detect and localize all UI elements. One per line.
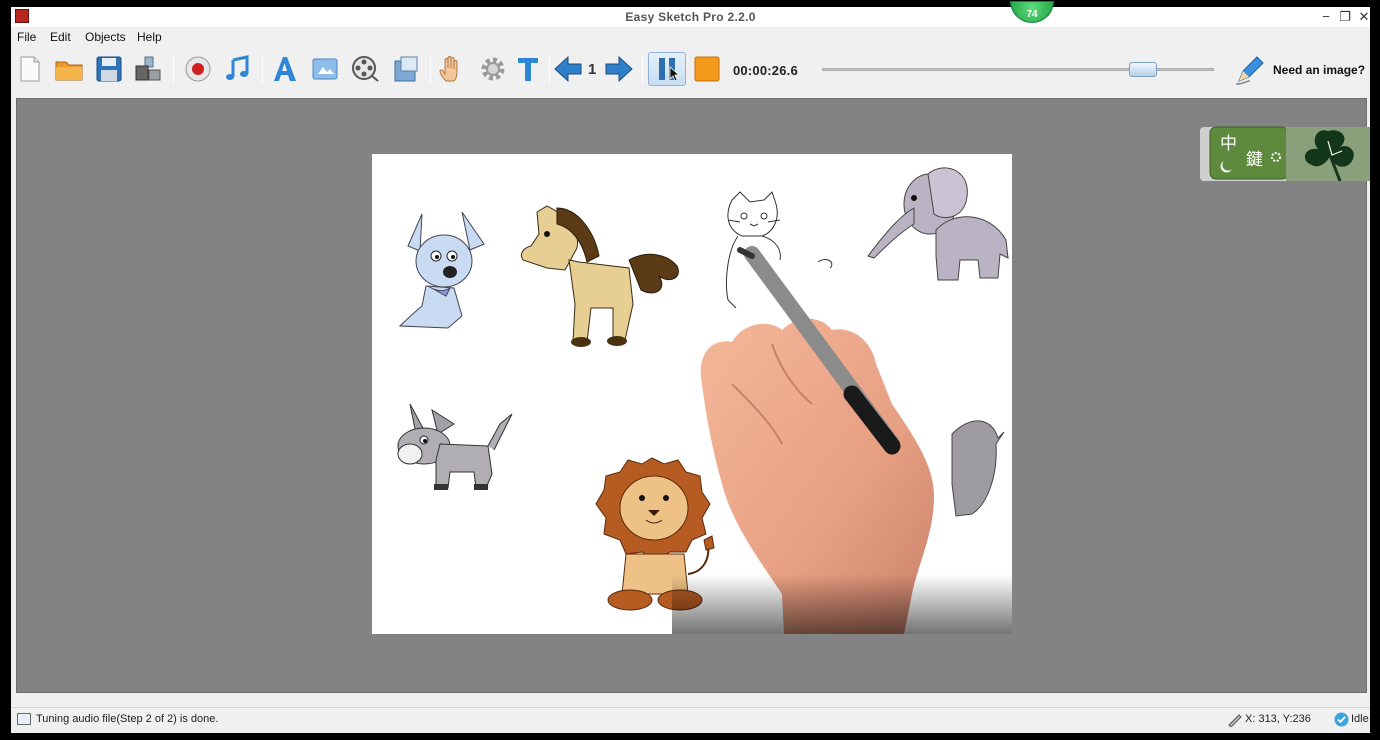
- menu-help[interactable]: Help: [137, 30, 162, 44]
- add-text-button[interactable]: [268, 52, 302, 86]
- horse-sketch: [520, 205, 679, 347]
- stop-icon: [694, 56, 720, 82]
- play-pause-button[interactable]: [648, 52, 686, 86]
- new-file-button[interactable]: [13, 52, 47, 86]
- page-number: 1: [588, 61, 597, 78]
- text-tool-button[interactable]: [511, 52, 545, 86]
- import-button[interactable]: [389, 52, 423, 86]
- arrow-left-icon: [554, 55, 582, 83]
- music-button[interactable]: [221, 52, 255, 86]
- film-reel-icon: [352, 56, 379, 82]
- maximize-button[interactable]: ❐: [1336, 8, 1354, 26]
- open-folder-button[interactable]: [52, 52, 86, 86]
- hand-tool-button[interactable]: [435, 52, 469, 86]
- ime-toolbar[interactable]: 中 鍵: [1200, 125, 1370, 183]
- cursor-position-icon: [1228, 714, 1242, 727]
- import-icon: [394, 56, 418, 82]
- save-button[interactable]: [92, 52, 126, 86]
- timeline-slider-thumb[interactable]: [1129, 62, 1158, 77]
- record-button[interactable]: [181, 52, 215, 86]
- add-image-button[interactable]: [308, 52, 342, 86]
- settings-button[interactable]: [476, 52, 510, 86]
- folder-icon: [55, 61, 83, 81]
- canvas-workspace: 中 鍵: [16, 98, 1370, 693]
- letter-a-icon: [274, 57, 296, 81]
- playback-timer: 00:00:26.6: [733, 63, 798, 78]
- image-icon: [312, 58, 338, 80]
- dog-sketch: [398, 211, 485, 329]
- music-note-icon: [226, 55, 249, 80]
- export-settings-icon: [135, 56, 161, 81]
- floppy-disk-icon: [96, 56, 122, 82]
- menu-objects[interactable]: Objects: [85, 30, 126, 44]
- cursor-coordinates: X: 313, Y:236: [1245, 713, 1311, 725]
- title-bar: Easy Sketch Pro 2.2.0 74 − ❐ ✕: [11, 1, 1373, 27]
- menu-edit[interactable]: Edit: [50, 30, 71, 44]
- drawing-hand-icon: [672, 246, 1012, 634]
- donkey-sketch: [397, 403, 513, 490]
- need-image-label: Need an image?: [1273, 63, 1366, 77]
- ime-mode-char: 中: [1220, 134, 1237, 154]
- window-title: Easy Sketch Pro 2.2.0: [625, 10, 756, 24]
- stop-button[interactable]: [690, 52, 724, 86]
- close-button[interactable]: ✕: [1355, 8, 1373, 26]
- add-video-button[interactable]: [348, 52, 382, 86]
- arrow-right-icon: [605, 55, 633, 83]
- export-button[interactable]: [131, 52, 165, 86]
- record-icon: [185, 56, 211, 82]
- status-state: Idle: [1351, 713, 1369, 725]
- hand-icon: [439, 56, 458, 82]
- status-message: Tuning audio file(Step 2 of 2) is done.: [36, 713, 219, 725]
- minimize-button[interactable]: −: [1317, 8, 1335, 26]
- check-circle-icon: [1334, 712, 1349, 727]
- app-window: Easy Sketch Pro 2.2.0 74 − ❐ ✕ File Edit…: [11, 1, 1373, 733]
- status-window-icon: [17, 713, 31, 725]
- next-page-button[interactable]: [602, 52, 636, 86]
- previous-page-button[interactable]: [551, 52, 585, 86]
- need-image-link[interactable]: Need an image?: [1233, 53, 1367, 87]
- letter-t-icon: [518, 58, 538, 81]
- pencil-image-icon: [1235, 56, 1264, 85]
- ime-key-char: 鍵: [1246, 150, 1263, 170]
- pause-icon: [659, 58, 681, 82]
- toolbar: 1 00:00:26.6 Need an image?: [11, 49, 1370, 91]
- gear-icon: [481, 57, 505, 81]
- sketch-canvas[interactable]: [372, 154, 1012, 634]
- status-bar: Tuning audio file(Step 2 of 2) is done. …: [11, 707, 1370, 731]
- new-file-icon: [20, 56, 40, 82]
- menu-bar: File Edit Objects Help: [11, 27, 1370, 49]
- menu-file[interactable]: File: [17, 30, 36, 44]
